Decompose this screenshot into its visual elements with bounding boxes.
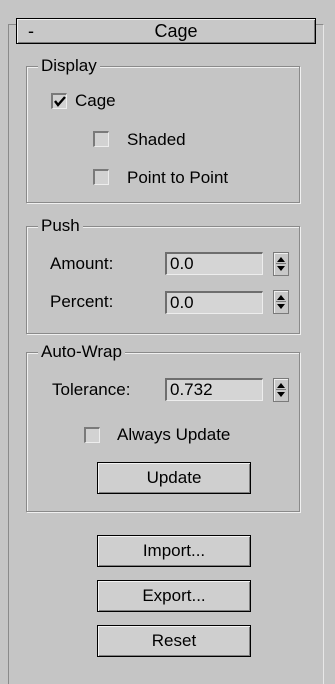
push-group-label: Push: [38, 216, 83, 236]
amount-label: Amount:: [50, 254, 114, 273]
update-button[interactable]: Update: [97, 462, 251, 494]
percent-label: Percent:: [50, 292, 114, 311]
spinner-down-icon[interactable]: [277, 266, 285, 271]
tolerance-spinner[interactable]: [273, 378, 289, 402]
point-to-point-checkbox[interactable]: [93, 169, 109, 185]
spinner-up-icon[interactable]: [277, 257, 285, 262]
spinner-divider: [276, 389, 286, 390]
amount-field[interactable]: 0.0: [165, 252, 263, 275]
spinner-divider: [276, 263, 286, 264]
tolerance-label: Tolerance:: [52, 380, 131, 399]
spinner-down-icon[interactable]: [277, 392, 285, 397]
shaded-label: Shaded: [127, 130, 186, 149]
spinner-down-icon[interactable]: [277, 304, 285, 309]
rollout-title: Cage: [154, 21, 198, 41]
auto-wrap-group-label: Auto-Wrap: [38, 342, 125, 362]
cage-checkbox[interactable]: [51, 93, 67, 109]
tolerance-field[interactable]: 0.732: [165, 378, 263, 401]
spinner-up-icon[interactable]: [277, 295, 285, 300]
amount-spinner[interactable]: [273, 252, 289, 276]
cage-label: Cage: [75, 91, 116, 110]
percent-field[interactable]: 0.0: [165, 291, 263, 314]
checkmark-icon: [54, 96, 66, 107]
reset-button[interactable]: Reset: [97, 625, 251, 657]
display-group-label: Display: [38, 56, 100, 76]
export-button[interactable]: Export...: [97, 580, 251, 612]
shaded-checkbox[interactable]: [93, 131, 109, 147]
spinner-up-icon[interactable]: [277, 383, 285, 388]
spinner-divider: [276, 301, 286, 302]
always-update-checkbox[interactable]: [84, 427, 100, 443]
push-group: [26, 226, 300, 334]
point-to-point-label: Point to Point: [127, 168, 229, 187]
rollout-header-cage[interactable]: - Cage: [16, 18, 316, 44]
percent-spinner[interactable]: [273, 290, 289, 314]
always-update-label: Always Update: [117, 425, 231, 444]
import-button[interactable]: Import...: [97, 535, 251, 567]
